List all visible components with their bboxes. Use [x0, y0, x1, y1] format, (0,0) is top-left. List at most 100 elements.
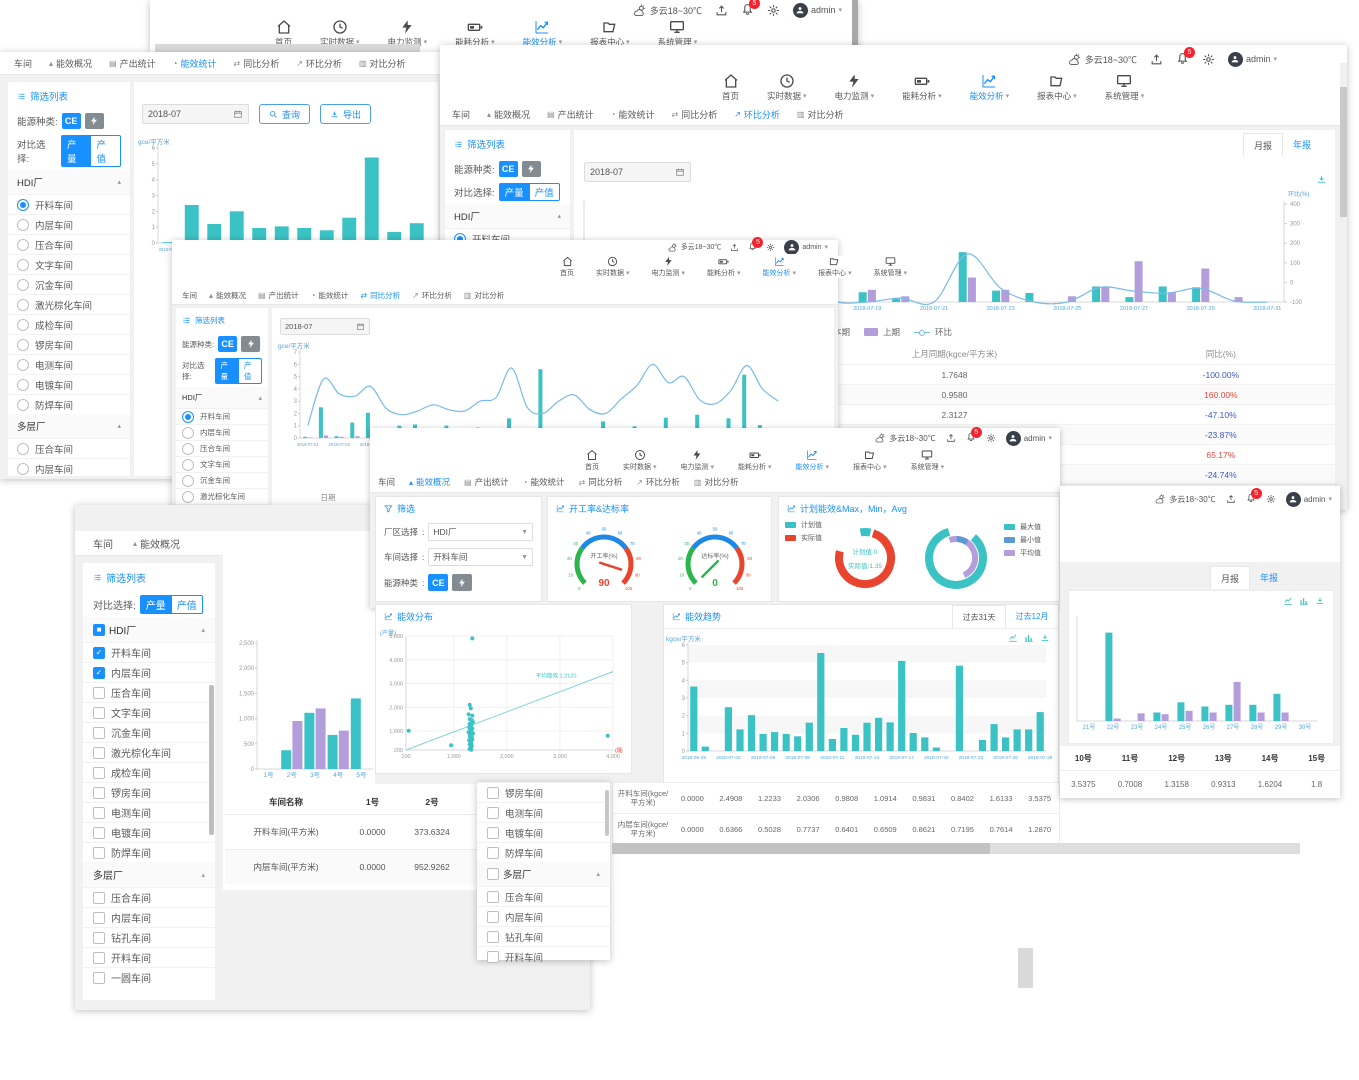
- radio[interactable]: [17, 379, 29, 391]
- nav-item-5[interactable]: 报表中心▾: [818, 256, 852, 278]
- radio[interactable]: [182, 475, 194, 487]
- scrollbar-track[interactable]: [1340, 63, 1347, 502]
- checkbox[interactable]: [93, 687, 105, 699]
- radio[interactable]: [182, 411, 194, 423]
- workshop-item[interactable]: 内层车间: [83, 907, 215, 927]
- radio[interactable]: [182, 491, 194, 503]
- nav-item-5[interactable]: 报表中心▾: [590, 19, 630, 48]
- produce-val-button[interactable]: 产值: [91, 135, 121, 167]
- workshop-item[interactable]: 压合车间: [83, 682, 215, 702]
- download-icon[interactable]: [1315, 596, 1325, 606]
- checkbox[interactable]: [93, 787, 105, 799]
- radio[interactable]: [17, 279, 29, 291]
- tab-4[interactable]: ⇄同比分析: [671, 108, 717, 121]
- checkbox[interactable]: [93, 747, 105, 759]
- workshop-item[interactable]: 沉金车间: [176, 472, 268, 488]
- produce-val-button[interactable]: 产值: [530, 183, 560, 201]
- user-menu[interactable]: admin▾: [793, 3, 842, 18]
- nav-item-6[interactable]: 系统管理▾: [874, 256, 908, 278]
- produce-qty-button[interactable]: 产量: [499, 183, 530, 201]
- nav-item-1[interactable]: 实时数据▾: [623, 449, 657, 472]
- workshop-item[interactable]: 开料车间: [83, 947, 215, 967]
- radio[interactable]: [17, 339, 29, 351]
- workshop-item[interactable]: 沉金车间: [8, 274, 130, 294]
- checkbox[interactable]: [487, 787, 499, 799]
- nav-item-0[interactable]: 首页: [560, 256, 574, 278]
- produce-val-button[interactable]: 产值: [172, 595, 203, 614]
- nav-item-6[interactable]: 系统管理▾: [658, 19, 698, 48]
- checkbox[interactable]: [93, 972, 105, 984]
- tab-0[interactable]: 车间: [452, 108, 470, 121]
- checkbox[interactable]: [93, 952, 105, 964]
- workshop-item[interactable]: 钻孔车间: [477, 926, 610, 946]
- workshop-item[interactable]: 激光棕化车间: [83, 742, 215, 762]
- nav-item-5[interactable]: 报表中心▾: [1037, 73, 1077, 102]
- tab-monthly[interactable]: 月报: [1210, 566, 1250, 589]
- user-menu[interactable]: admin▾: [1006, 431, 1052, 446]
- notifications-bell[interactable]: 5: [741, 3, 754, 18]
- tab-yearly[interactable]: 年报: [1283, 133, 1321, 155]
- date-picker[interactable]: 2018-07: [280, 318, 370, 335]
- workshop-item[interactable]: 电镀车间: [83, 822, 215, 842]
- produce-qty-button[interactable]: 产量: [140, 595, 172, 614]
- factory-checkbox[interactable]: ■: [93, 624, 105, 636]
- tab-yearly[interactable]: 年报: [1250, 566, 1288, 588]
- workshop-item[interactable]: 沉金车间: [83, 722, 215, 742]
- workshop-item[interactable]: 电测车间: [83, 802, 215, 822]
- nav-item-4[interactable]: 能效分析▾: [796, 449, 830, 472]
- workshop-item[interactable]: 锣房车间: [83, 782, 215, 802]
- tab-1[interactable]: ▴能效概况: [487, 108, 530, 121]
- nav-item-1[interactable]: 实时数据▾: [767, 73, 807, 102]
- tab-3[interactable]: ◔能效统计: [173, 57, 217, 70]
- workshop-item[interactable]: 钻孔车间: [83, 927, 215, 947]
- tab-5[interactable]: ↗环比分析: [412, 290, 452, 301]
- user-menu[interactable]: admin▾: [784, 240, 828, 255]
- download-icon[interactable]: [1316, 174, 1327, 185]
- nav-item-2[interactable]: 电力监测▾: [652, 256, 686, 278]
- nav-item-0[interactable]: 首页: [722, 73, 739, 102]
- nav-item-3[interactable]: 能耗分析▾: [455, 19, 495, 48]
- table-row[interactable]: 3.53750.70081.31580.93131.62041.8: [1060, 771, 1340, 797]
- horizontal-scrollbar-thumb[interactable]: [612, 843, 990, 854]
- checkbox[interactable]: [487, 931, 499, 943]
- checkbox[interactable]: [93, 847, 105, 859]
- workshop-item[interactable]: 压合车间: [176, 440, 268, 456]
- tab-5[interactable]: ↗环比分析: [296, 57, 342, 70]
- checkbox[interactable]: [487, 847, 499, 859]
- tab-6[interactable]: ▥对比分析: [797, 108, 844, 121]
- tab-5[interactable]: ↗环比分析: [636, 476, 680, 488]
- tab-2[interactable]: ▤产出统计: [258, 290, 299, 301]
- tab-1[interactable]: ▴能效概况: [49, 57, 92, 70]
- workshop-item[interactable]: 成检车间: [83, 762, 215, 782]
- settings-gear-icon[interactable]: [1202, 53, 1215, 66]
- scrollbar-thumb[interactable]: [1340, 87, 1347, 217]
- upload-icon[interactable]: [715, 4, 728, 17]
- notifications-bell[interactable]: 5: [1176, 52, 1189, 67]
- radio[interactable]: [17, 219, 29, 231]
- tab-monthly[interactable]: 月报: [1243, 133, 1283, 156]
- checkbox[interactable]: [93, 707, 105, 719]
- nav-item-3[interactable]: 能耗分析▾: [902, 73, 942, 102]
- bar-chart-icon[interactable]: [1024, 633, 1034, 643]
- radio[interactable]: [182, 427, 194, 439]
- workshop-item[interactable]: 电镀车间: [8, 374, 130, 394]
- workshop-item[interactable]: ✓内层车间: [83, 662, 215, 682]
- line-chart-icon[interactable]: [1283, 596, 1293, 606]
- energy-electric-badge[interactable]: [85, 113, 104, 129]
- energy-ce-badge[interactable]: CE: [428, 574, 448, 591]
- date-picker[interactable]: 2018-07: [142, 104, 249, 124]
- produce-qty-button[interactable]: 产量: [61, 135, 92, 167]
- checkbox[interactable]: [93, 727, 105, 739]
- tab-2[interactable]: ▤产出统计: [464, 476, 509, 488]
- radio[interactable]: [17, 199, 29, 211]
- horizontal-scrollbar-track[interactable]: [612, 843, 1300, 854]
- checkbox[interactable]: [93, 892, 105, 904]
- download-icon[interactable]: [1040, 633, 1050, 643]
- workshop-item[interactable]: 锣房车间: [477, 782, 610, 802]
- energy-ce-badge[interactable]: CE: [499, 161, 518, 177]
- line-chart-icon[interactable]: [1008, 633, 1018, 643]
- factory-select[interactable]: HDI厂▼: [428, 523, 533, 541]
- workshop-item[interactable]: 防焊车间: [477, 842, 610, 862]
- tab-3[interactable]: ◔能效统计: [523, 476, 565, 488]
- factory-checkbox[interactable]: [487, 868, 499, 880]
